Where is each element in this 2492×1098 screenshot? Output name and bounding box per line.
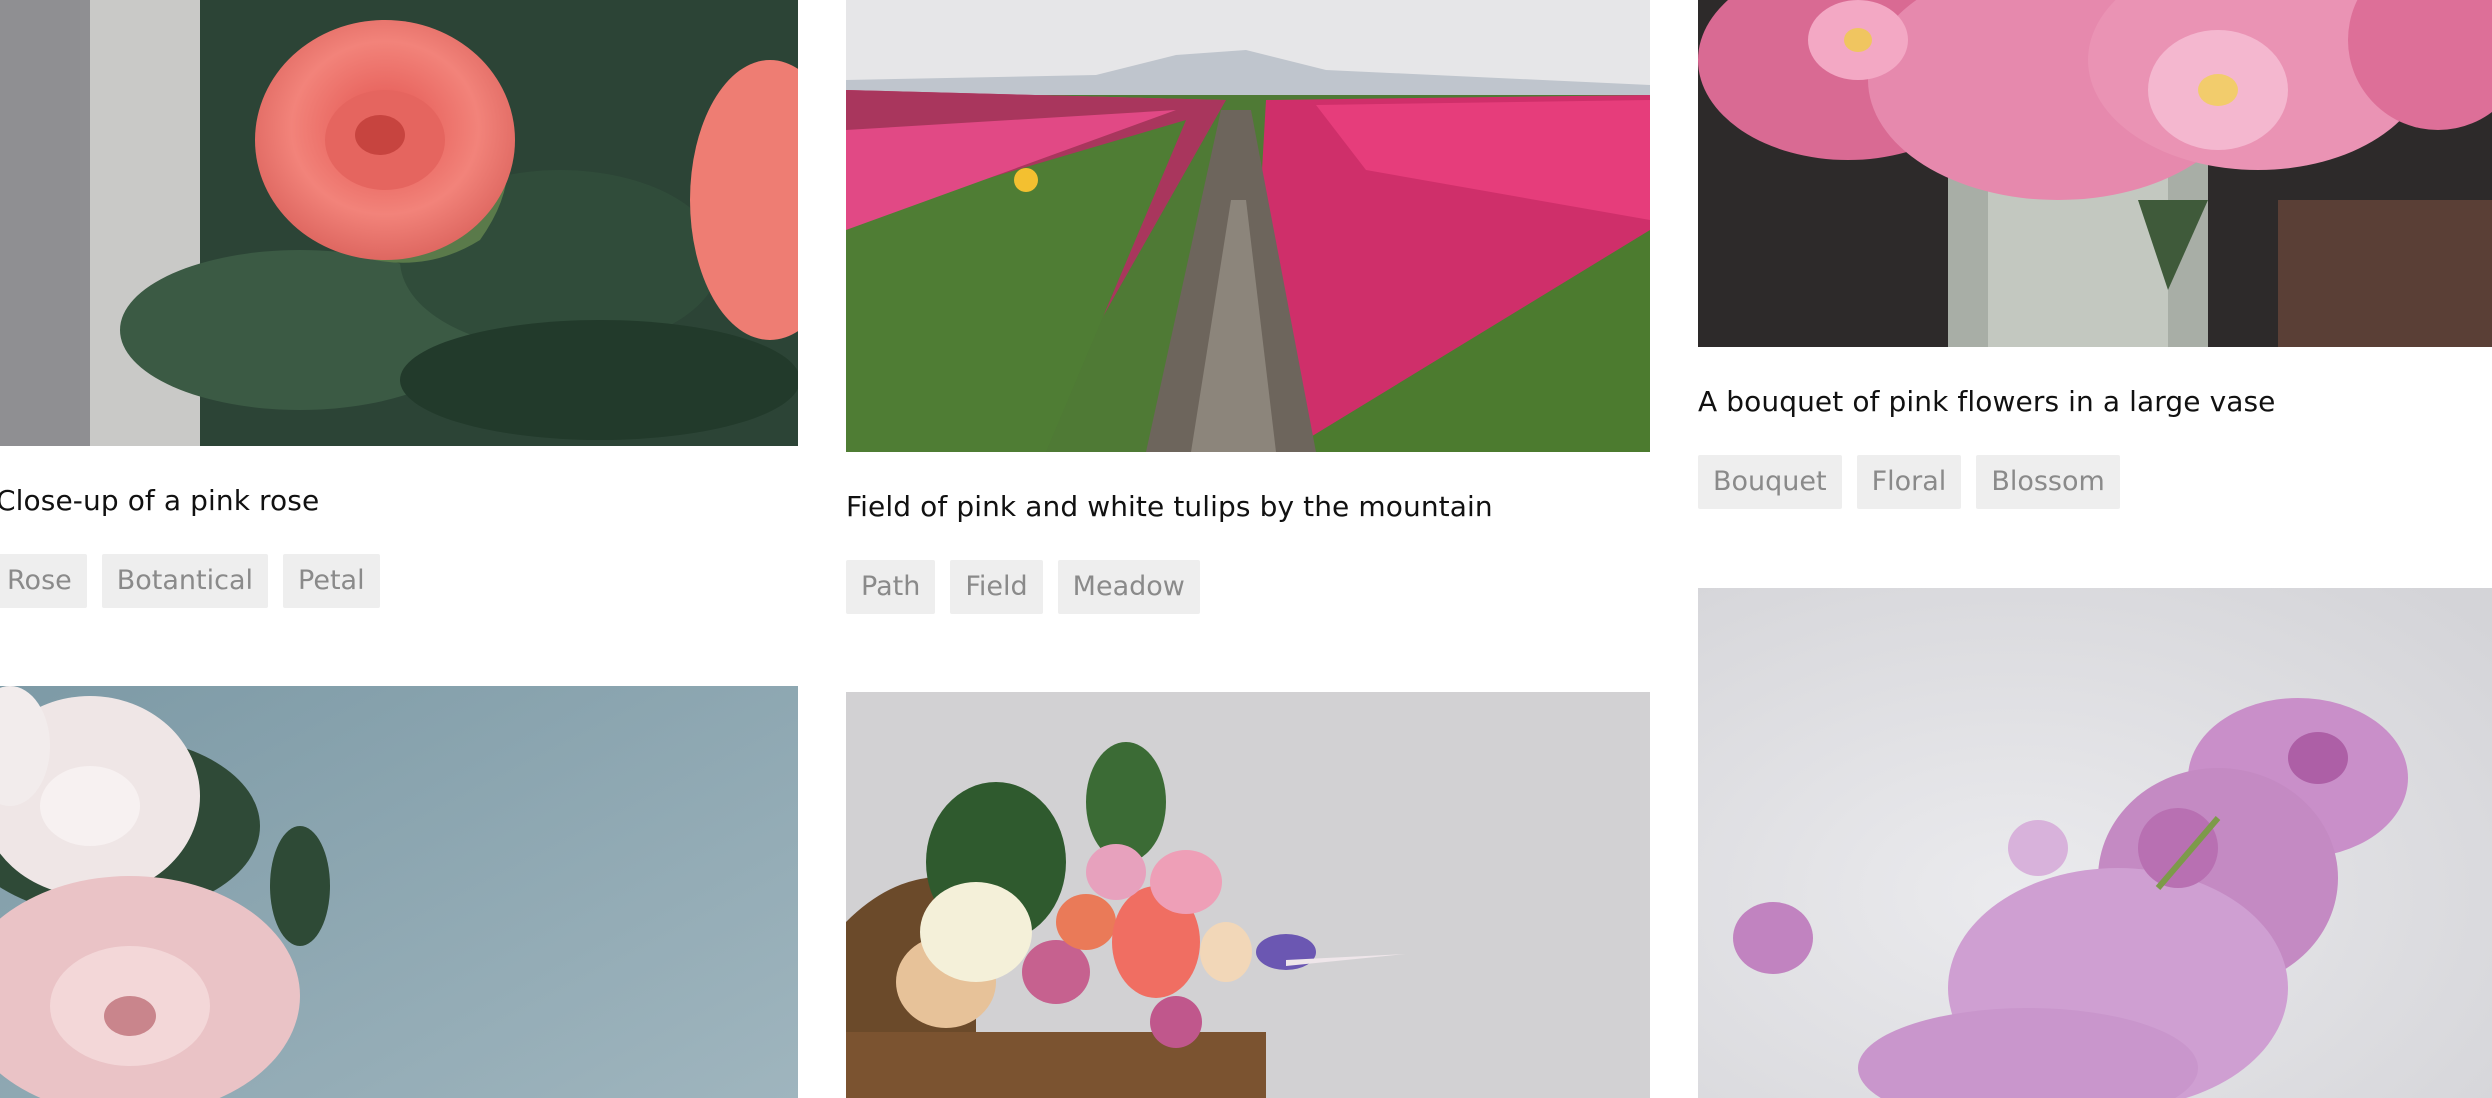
tag[interactable]: Rose bbox=[0, 554, 87, 608]
tag[interactable]: Floral bbox=[1856, 455, 1962, 509]
peony-vase-photo[interactable] bbox=[1698, 0, 2492, 347]
tulip-field-photo[interactable] bbox=[846, 0, 1650, 452]
gallery-card-lilac bbox=[1698, 588, 2492, 1098]
tag-list: Path Field Meadow bbox=[846, 560, 1200, 614]
card-caption: Field of pink and white tulips by the mo… bbox=[846, 490, 1493, 523]
gallery-card-tulips: Field of pink and white tulips by the mo… bbox=[846, 0, 1650, 620]
card-caption: Close-up of a pink rose bbox=[0, 484, 320, 517]
white-peony-photo[interactable] bbox=[0, 686, 798, 1098]
tag[interactable]: Bouquet bbox=[1698, 455, 1842, 509]
tag[interactable]: Petal bbox=[283, 554, 380, 608]
tag[interactable]: Path bbox=[846, 560, 936, 614]
card-caption: A bouquet of pink flowers in a large vas… bbox=[1698, 385, 2276, 418]
pink-rose-photo[interactable] bbox=[0, 0, 798, 446]
tag[interactable]: Blossom bbox=[1976, 455, 2120, 509]
gallery-card-rose: Close-up of a pink rose Rose Botantical … bbox=[0, 0, 798, 608]
lilac-photo[interactable] bbox=[1698, 588, 2492, 1098]
tag-list: Bouquet Floral Blossom bbox=[1698, 455, 2120, 509]
gallery-card-flower-basket bbox=[846, 692, 1650, 1098]
tag[interactable]: Field bbox=[950, 560, 1043, 614]
tag-list: Rose Botantical Petal bbox=[0, 554, 380, 608]
tag[interactable]: Botantical bbox=[101, 554, 269, 608]
gallery-card-white-peony bbox=[0, 686, 798, 1098]
flower-basket-photo[interactable] bbox=[846, 692, 1650, 1098]
tag[interactable]: Meadow bbox=[1057, 560, 1200, 614]
gallery-card-peony-vase: A bouquet of pink flowers in a large vas… bbox=[1698, 0, 2492, 520]
